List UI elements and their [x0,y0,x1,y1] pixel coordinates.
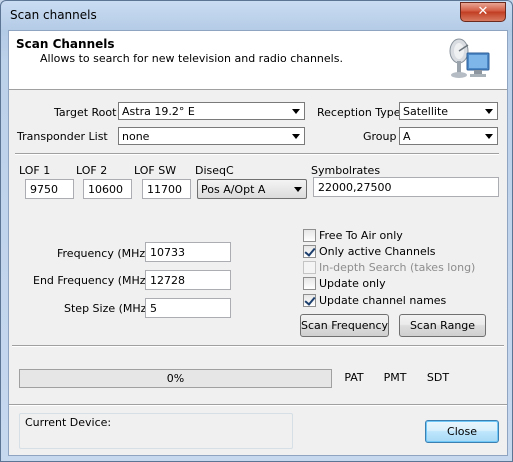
update-only-label: Update only [319,277,386,290]
free-to-air-label: Free To Air only [319,229,403,242]
divider [12,345,504,347]
current-device-panel: Current Device: [19,413,293,449]
group-label: Group [363,130,397,143]
transponder-list-select[interactable]: none [118,127,305,145]
lofsw-input[interactable]: 11700 [142,179,191,199]
lof2-input[interactable]: 10600 [83,179,132,199]
in-depth-search-checkbox[interactable] [303,261,316,274]
pat-button[interactable]: PAT [336,367,372,390]
free-to-air-checkbox[interactable] [303,229,316,242]
diseqc-select[interactable]: Pos A/Opt A [197,179,307,199]
sdt-button[interactable]: SDT [419,367,457,390]
end-frequency-input[interactable]: 12728 [145,270,231,290]
transponder-list-label: Transponder List [17,130,108,143]
update-channel-names-checkbox[interactable] [303,294,316,307]
step-size-input[interactable]: 5 [145,298,231,318]
only-active-channels-checkbox[interactable] [303,245,316,258]
group-value: A [403,130,411,143]
in-depth-search-label: In-depth Search (takes long) [319,261,476,274]
diseqc-value: Pos A/Opt A [201,183,266,196]
scan-frequency-button[interactable]: Scan Frequency [300,314,389,337]
divider [9,404,507,406]
group-select[interactable]: A [399,127,498,145]
symbolrates-label: Symbolrates [311,164,381,177]
satellite-dish-monitor-icon [449,38,490,78]
lof1-input[interactable]: 9750 [25,179,74,199]
divider [15,153,499,155]
scan-progress-bar: 0% [19,369,332,388]
transponder-list-value: none [122,130,150,143]
end-frequency-label: End Frequency (MHz) [33,274,150,287]
pmt-button[interactable]: PMT [375,367,415,390]
lofsw-label: LOF SW [134,164,177,177]
chevron-down-icon [294,187,302,192]
lof1-label: LOF 1 [19,164,51,177]
lof2-label: LOF 2 [76,164,108,177]
progress-text: 0% [166,372,185,385]
reception-type-label: Reception Type [317,106,401,119]
dialog-client-area: Scan Channels Allows to search for new t… [8,30,508,456]
scan-range-button[interactable]: Scan Range [399,314,486,337]
update-channel-names-label: Update channel names [319,294,447,307]
header-subtitle: Allows to search for new television and … [40,52,343,65]
symbolrates-input[interactable]: 22000,27500 [313,177,499,197]
step-size-label: Step Size (MHz) [64,302,151,315]
current-device-label: Current Device: [25,416,112,429]
close-button[interactable]: Close [425,420,499,443]
target-root-label: Target Root [54,106,117,119]
reception-type-select[interactable]: Satellite [399,102,498,120]
chevron-down-icon [485,134,493,139]
dialog-header: Scan Channels Allows to search for new t… [9,31,507,90]
window-title: Scan channels [10,8,97,22]
target-root-value: Astra 19.2° E [122,105,195,118]
only-active-channels-label: Only active Channels [319,245,436,258]
chevron-down-icon [292,134,300,139]
update-only-checkbox[interactable] [303,277,316,290]
diseqc-label: DiseqC [195,164,234,177]
target-root-select[interactable]: Astra 19.2° E [118,102,305,120]
title-bar[interactable]: Scan channels ✕ [1,1,512,29]
window-close-button[interactable]: ✕ [460,2,506,22]
chevron-down-icon [292,109,300,114]
frequency-label: Frequency (MHz) [57,247,150,260]
header-title: Scan Channels [16,37,115,51]
chevron-down-icon [485,109,493,114]
frequency-input[interactable]: 10733 [145,242,231,262]
reception-type-value: Satellite [403,105,449,118]
scan-channels-window: Scan channels ✕ Scan Channels Allows to … [0,0,513,462]
